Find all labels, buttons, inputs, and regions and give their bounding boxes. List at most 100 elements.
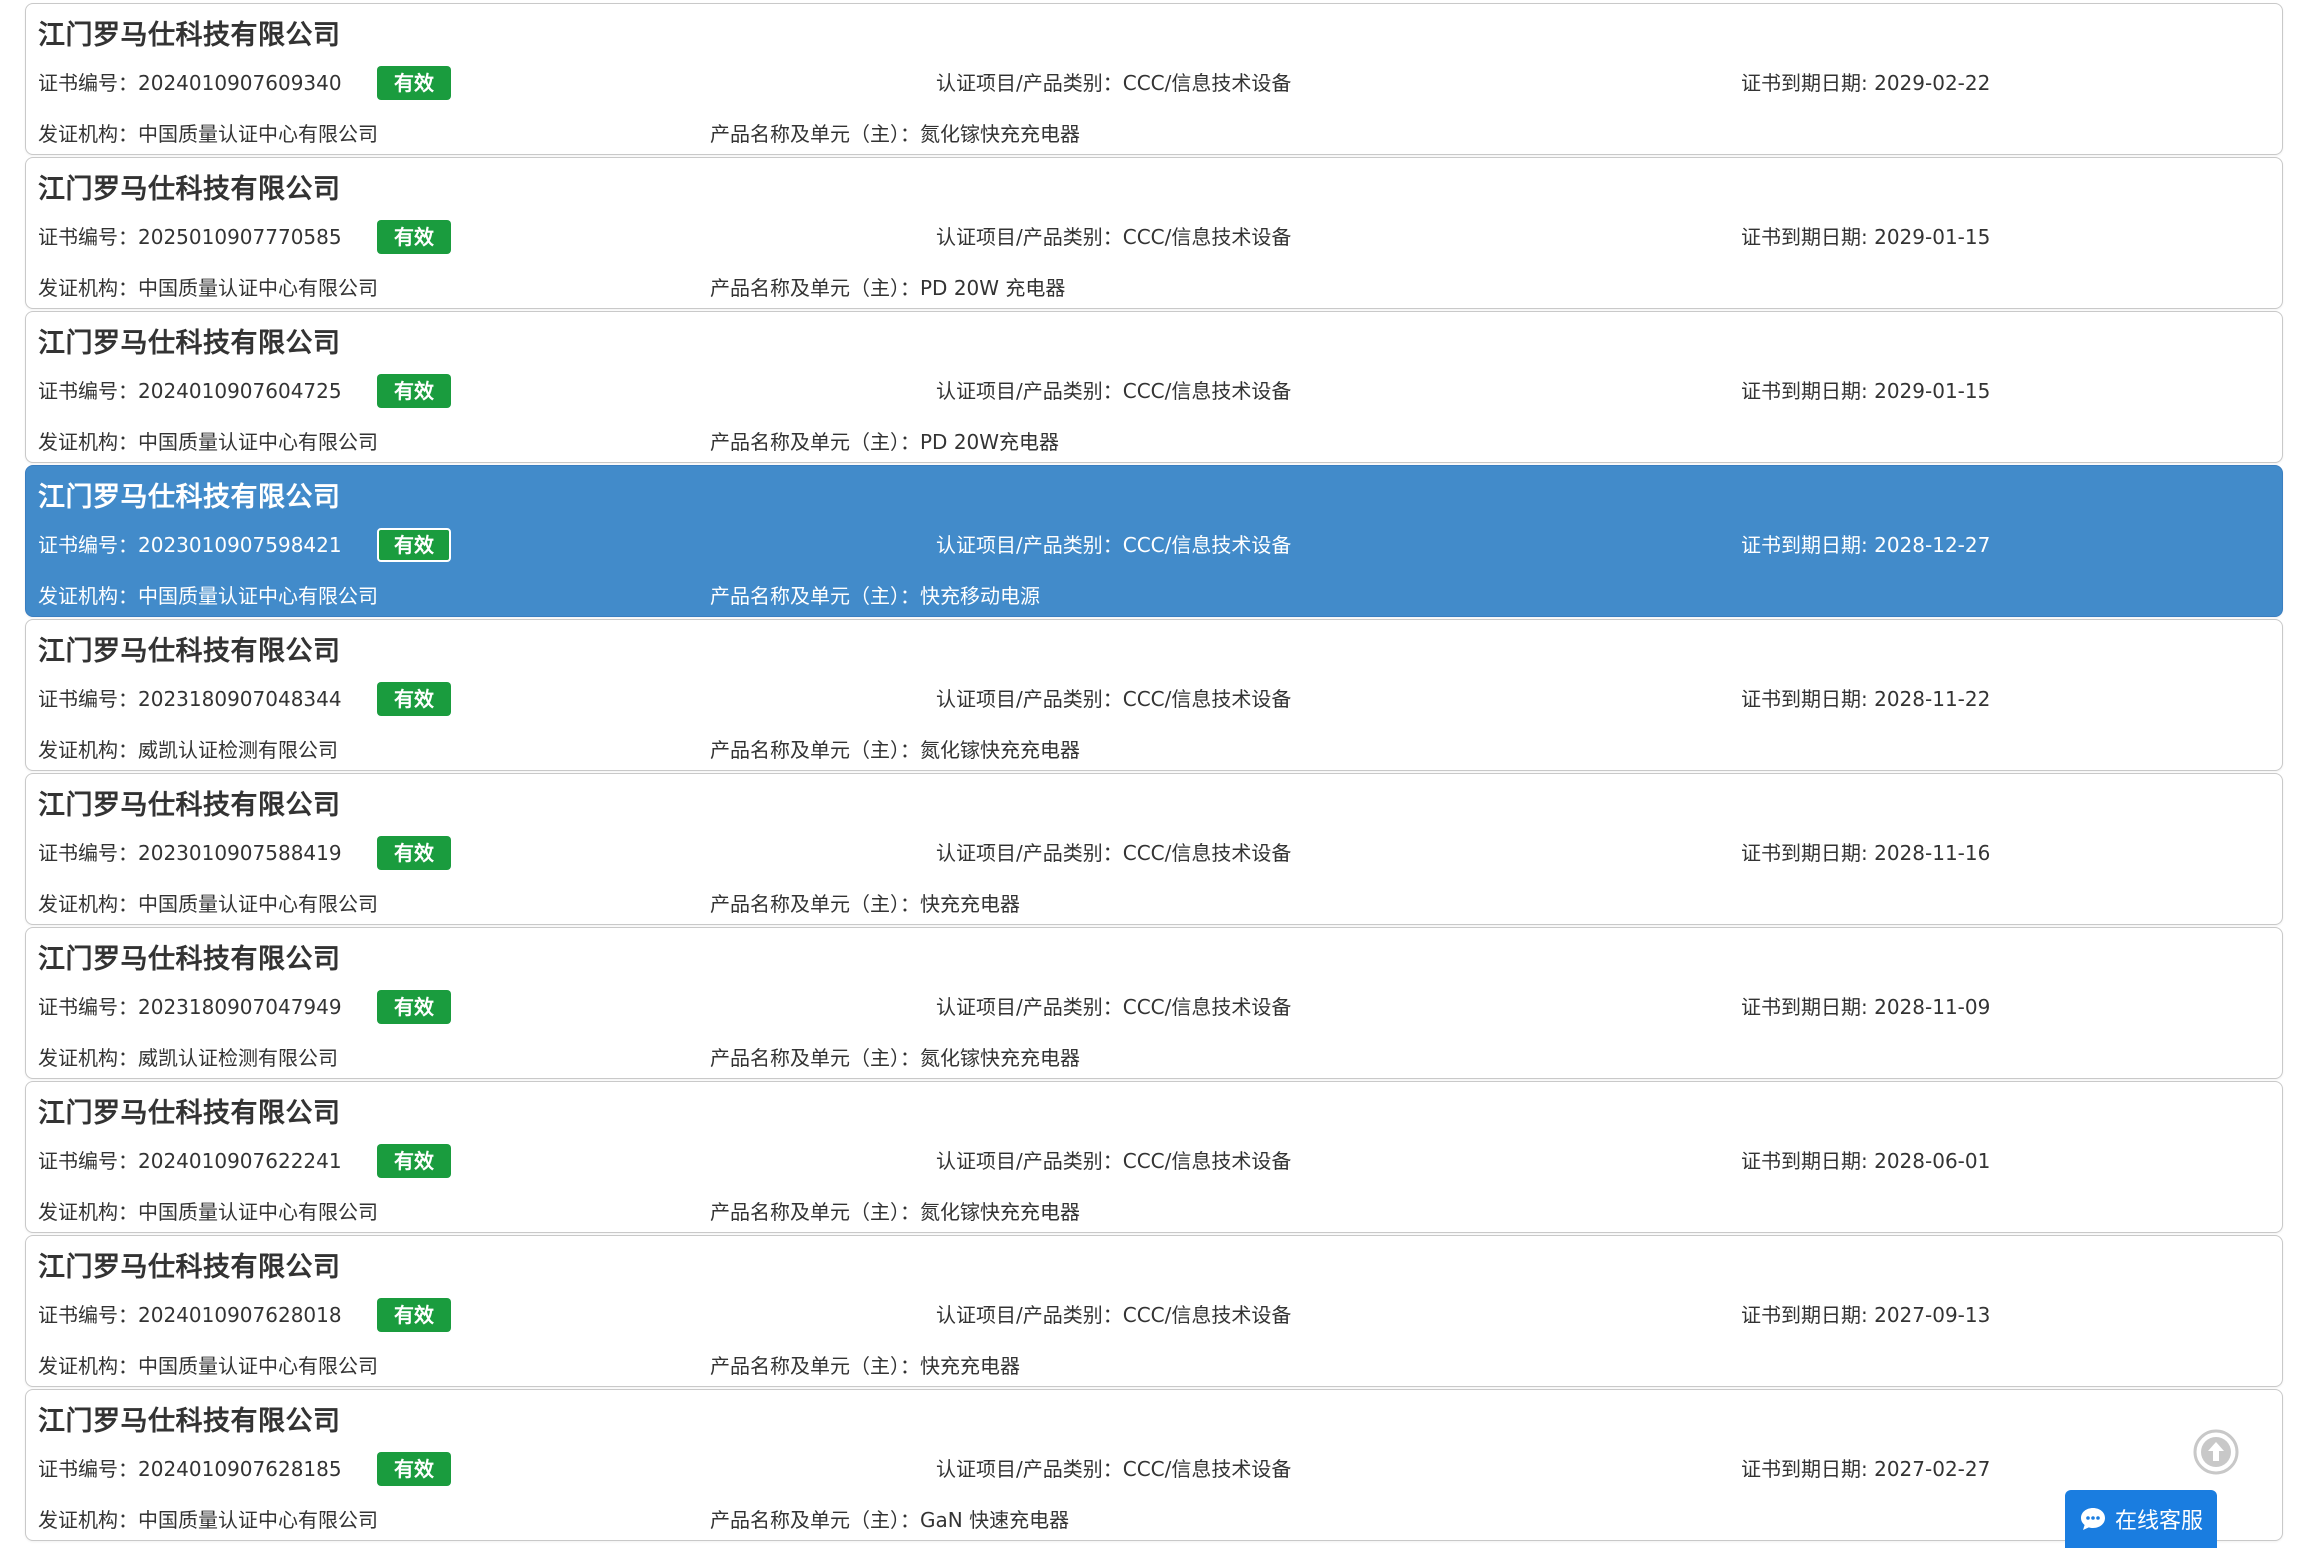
expiry-date: 证书到期日期: 2028-12-27 [1741,532,1990,558]
product-name-label: 产品名称及单元（主）： [710,122,920,146]
certificate-card[interactable]: 江门罗马仕科技有限公司 证书编号：2024010907609340 有效 认证项目/产… [25,3,2283,155]
issuing-body-label: 发证机构： [38,738,138,762]
expiry-date-value: 2029-02-22 [1874,71,1991,95]
issuing-body-value: 中国质量认证中心有限公司 [138,430,378,454]
certificate-card[interactable]: 江门罗马仕科技有限公司证书编号：2025010907770585 有效 认证项目/产… [25,157,2283,309]
issuing-body-label: 发证机构： [38,892,138,916]
certificate-number-value: 2023180907047949 [138,995,342,1019]
certification-item-label: 认证项目/产品类别： [936,379,1123,403]
certification-item-label: 认证项目/产品类别： [936,1457,1123,1481]
issuing-body-value: 威凯认证检测有限公司 [138,1046,338,1070]
certificate-number: 证书编号：2024010907628018 [38,1302,342,1328]
expiry-date: 证书到期日期: 2027-02-27 [1741,1456,1990,1482]
issuing-body: 发证机构：中国质量认证中心有限公司 [38,275,378,301]
certificate-number-label: 证书编号： [38,533,138,557]
company-name: 江门罗马仕科技有限公司 [38,328,341,359]
expiry-date-value: 2028-06-01 [1874,1149,1991,1173]
certificate-card[interactable]: 江门罗马仕科技有限公司 证书编号：2024010907604725 有效 认证项目/产… [25,311,2283,463]
chat-bubble-icon [2080,1508,2105,1530]
company-name: 江门罗马仕科技有限公司 [38,174,341,205]
issuing-body: 发证机构：中国质量认证中心有限公司 [38,429,378,455]
product-name-value: 氮化镓快充充电器 [920,738,1080,762]
product-name-value: 快充移动电源 [920,584,1040,608]
certificate-card[interactable]: 江门罗马仕科技有限公司 证书编号：2023180907047949 有效 认证项目/产… [25,927,2283,1079]
certification-item-value: CCC/信息技术设备 [1122,1149,1292,1173]
product-name-value: 氮化镓快充充电器 [920,1200,1080,1224]
expiry-date-value: 2028-12-27 [1874,533,1991,557]
company-name: 江门罗马仕科技有限公司 [38,790,341,821]
product-name-label: 产品名称及单元（主）： [710,1354,920,1378]
product-name: 产品名称及单元（主）：PD 20W充电器 [710,429,1059,455]
certificate-number-label: 证书编号： [38,1303,138,1327]
issuing-body-label: 发证机构： [38,1046,138,1070]
certification-item: 认证项目/产品类别：CCC/信息技术设备 [936,994,1291,1020]
certificate-number: 证书编号：2023180907047949 [38,994,342,1020]
certification-item-value: CCC/信息技术设备 [1122,533,1292,557]
expiry-date-label: 证书到期日期: [1741,1303,1875,1327]
company-name: 江门罗马仕科技有限公司 [38,1098,341,1129]
expiry-date-label: 证书到期日期: [1741,533,1875,557]
product-name-value: 氮化镓快充充电器 [920,122,1080,146]
certification-item: 认证项目/产品类别：CCC/信息技术设备 [936,224,1291,250]
expiry-date-label: 证书到期日期: [1741,1149,1875,1173]
product-name-label: 产品名称及单元（主）： [710,1046,920,1070]
certificate-number-label: 证书编号： [38,225,138,249]
certification-item: 认证项目/产品类别：CCC/信息技术设备 [936,686,1291,712]
certificate-number-value: 2025010907770585 [138,225,342,249]
certificate-number-value: 2024010907609340 [138,71,342,95]
certificate-card[interactable]: 江门罗马仕科技有限公司 证书编号：2024010907622241 有效 认证项目/产… [25,1081,2283,1233]
certificate-number-label: 证书编号： [38,687,138,711]
certificate-card[interactable]: 江门罗马仕科技有限公司 证书编号：2024010907628185 有效 认证项目/产… [25,1389,2283,1541]
company-name: 江门罗马仕科技有限公司 [38,1252,341,1283]
certification-item: 认证项目/产品类别：CCC/信息技术设备 [936,70,1291,96]
product-name-label: 产品名称及单元（主）： [710,1200,920,1224]
certificate-number-value: 2024010907628018 [138,1303,342,1327]
issuing-body-value: 中国质量认证中心有限公司 [138,1354,378,1378]
status-badge: 有效 [377,220,451,254]
issuing-body-label: 发证机构： [38,1200,138,1224]
product-name: 产品名称及单元（主）：氮化镓快充充电器 [710,737,1080,763]
issuing-body-label: 发证机构： [38,122,138,146]
certificate-number-value: 2023010907588419 [138,841,342,865]
certification-item-label: 认证项目/产品类别： [936,841,1123,865]
expiry-date: 证书到期日期: 2029-01-15 [1741,378,1990,404]
expiry-date-value: 2027-09-13 [1874,1303,1991,1327]
status-badge: 有效 [377,682,451,716]
certificate-card[interactable]: 江门罗马仕科技有限公司 证书编号：2024010907628018 有效 认证项目/产… [25,1235,2283,1387]
online-service-button[interactable]: 在线客服 [2065,1490,2217,1548]
certificate-card[interactable]: 江门罗马仕科技有限公司 证书编号：2023010907598421 有效 认证项目/产… [25,465,2283,617]
expiry-date-value: 2028-11-16 [1874,841,1991,865]
issuing-body-value: 中国质量认证中心有限公司 [138,1200,378,1224]
certification-item-value: CCC/信息技术设备 [1122,379,1292,403]
certification-item-value: CCC/信息技术设备 [1122,1457,1292,1481]
certificate-card[interactable]: 江门罗马仕科技有限公司 证书编号：2023010907588419 有效 认证项目/产… [25,773,2283,925]
certification-item: 认证项目/产品类别：CCC/信息技术设备 [936,532,1291,558]
product-name: 产品名称及单元（主）：快充充电器 [710,1353,1020,1379]
expiry-date: 证书到期日期: 2029-02-22 [1741,70,1990,96]
issuing-body-label: 发证机构： [38,1508,138,1532]
issuing-body: 发证机构：中国质量认证中心有限公司 [38,891,378,917]
certification-item-value: CCC/信息技术设备 [1122,225,1292,249]
product-name-value: 氮化镓快充充电器 [920,1046,1080,1070]
scroll-to-top-button[interactable] [2192,1428,2240,1476]
certificate-number: 证书编号：2023180907048344 [38,686,342,712]
certificate-results-page: 江门罗马仕科技有限公司 证书编号：2024010907609340 有效 认证项目/产… [0,0,2307,1548]
expiry-date-label: 证书到期日期: [1741,379,1875,403]
status-badge: 有效 [377,990,451,1024]
certificate-number-label: 证书编号： [38,379,138,403]
product-name: 产品名称及单元（主）：氮化镓快充充电器 [710,1045,1080,1071]
certification-item-value: CCC/信息技术设备 [1122,71,1292,95]
company-name: 江门罗马仕科技有限公司 [38,636,341,667]
status-badge: 有效 [377,66,451,100]
issuing-body: 发证机构：中国质量认证中心有限公司 [38,583,378,609]
expiry-date-value: 2028-11-09 [1874,995,1991,1019]
product-name-label: 产品名称及单元（主）： [710,892,920,916]
issuing-body-label: 发证机构： [38,1354,138,1378]
certificate-card[interactable]: 江门罗马仕科技有限公司证书编号：2023180907048344 有效 认证项目/产… [25,619,2283,771]
status-badge: 有效 [377,1298,451,1332]
product-name: 产品名称及单元（主）：快充移动电源 [710,583,1040,609]
status-badge: 有效 [377,528,451,562]
issuing-body: 发证机构：中国质量认证中心有限公司 [38,121,378,147]
issuing-body-value: 中国质量认证中心有限公司 [138,1508,378,1532]
expiry-date-value: 2029-01-15 [1874,225,1991,249]
